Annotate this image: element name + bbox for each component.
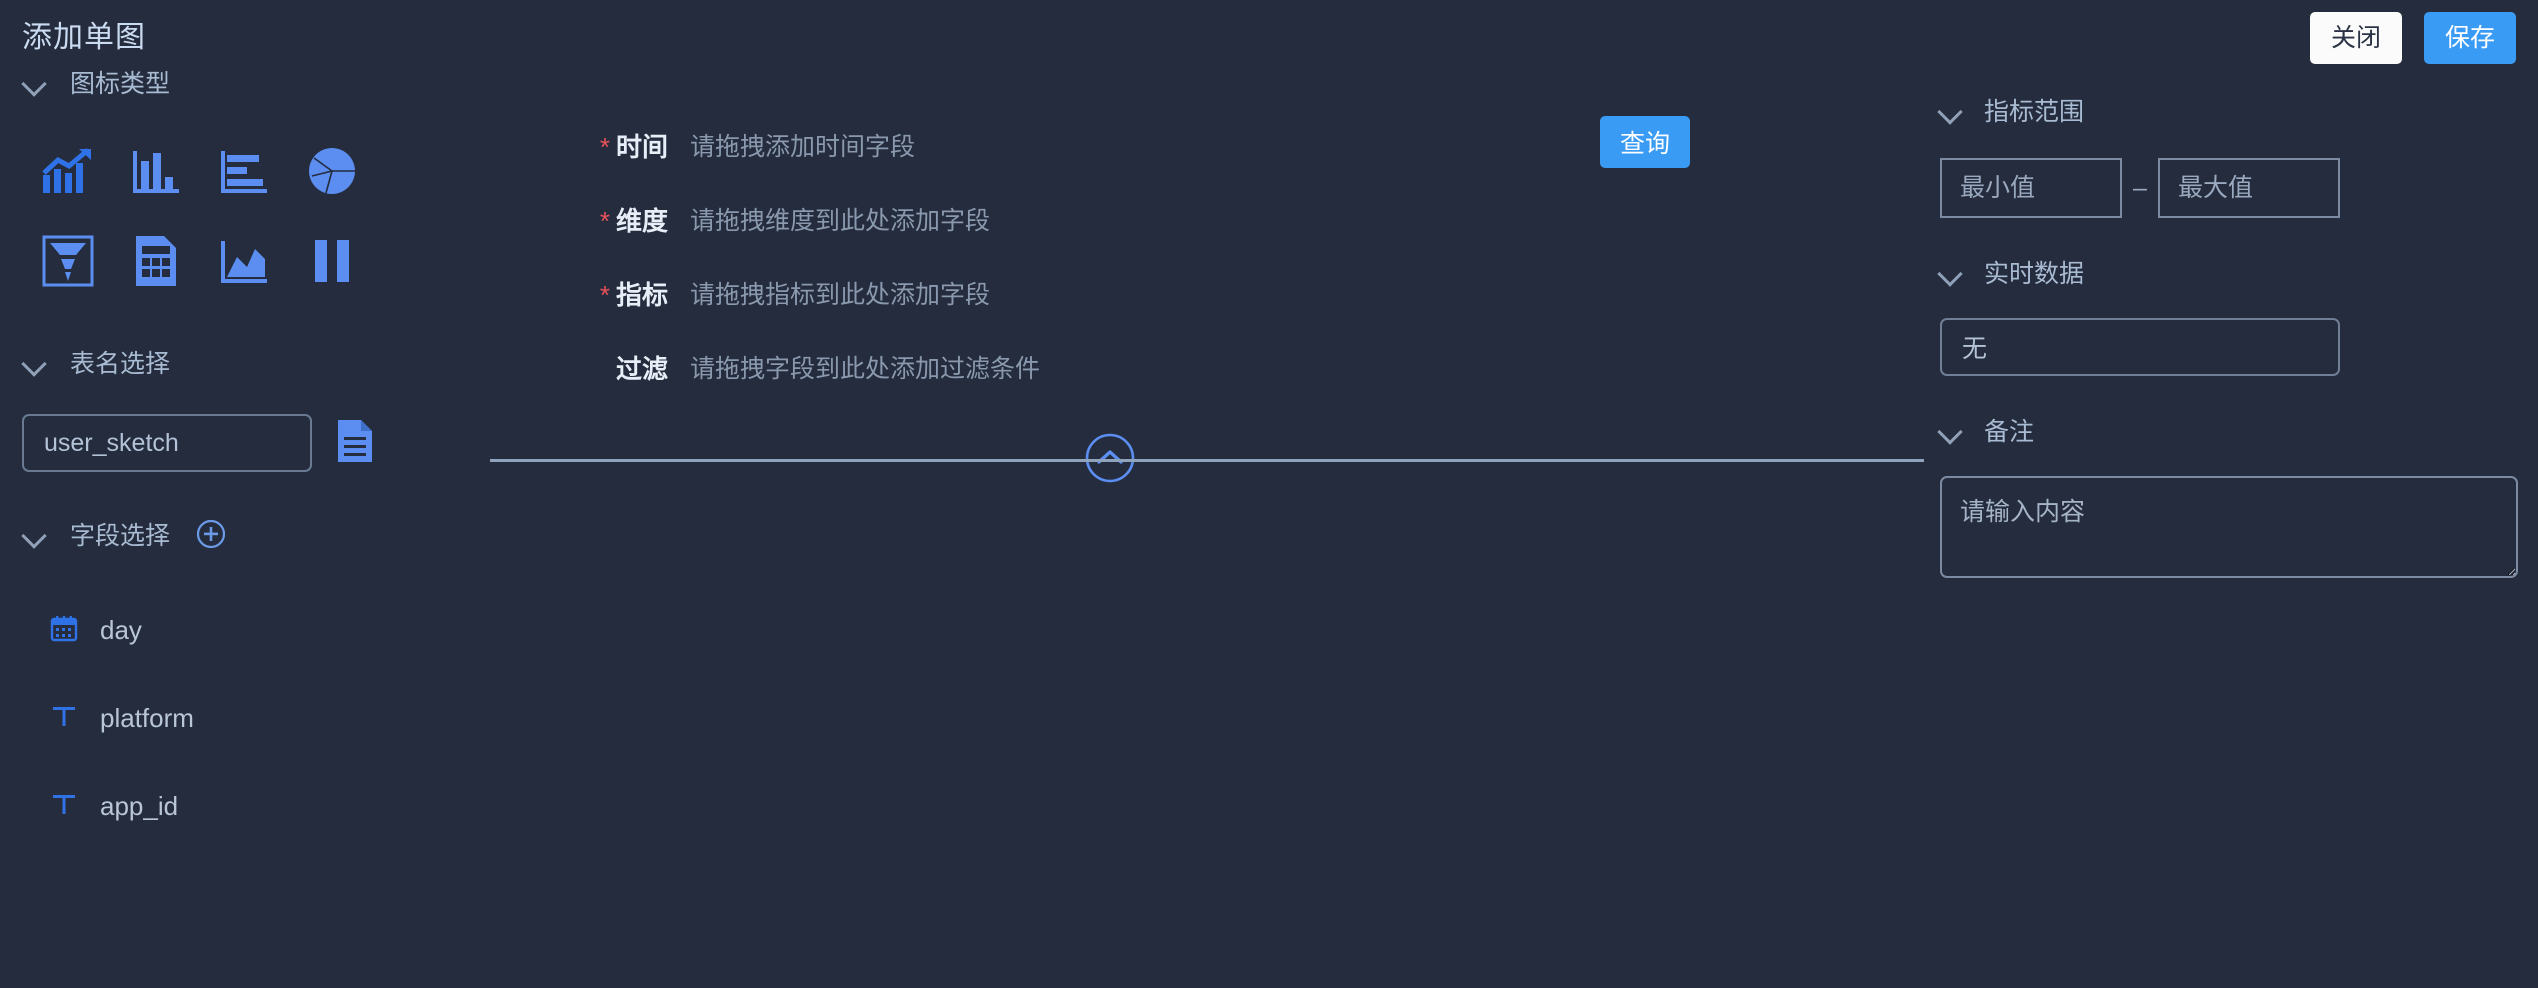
- document-icon[interactable]: [336, 419, 374, 468]
- field-label: day: [100, 614, 142, 645]
- filter-drop-zone[interactable]: 请拖拽字段到此处添加过滤条件: [690, 339, 1920, 395]
- text-type-icon: [50, 790, 78, 823]
- metric-min-input[interactable]: [1940, 158, 2122, 218]
- pie-chart-icon[interactable]: [288, 126, 376, 216]
- form-row-filter: 过滤 请拖拽字段到此处添加过滤条件: [490, 330, 1920, 404]
- list-item[interactable]: app_id: [0, 762, 490, 850]
- list-item[interactable]: day: [0, 586, 490, 674]
- metric-label: * 指标: [599, 279, 668, 310]
- trend-line-chart-icon[interactable]: [24, 126, 112, 216]
- header-actions: 关闭 保存: [2310, 12, 2516, 64]
- save-button[interactable]: 保存: [2424, 12, 2516, 64]
- metric-range-row: –: [1920, 158, 2538, 218]
- chevron-down-icon: [1938, 97, 1964, 123]
- remark-section-header[interactable]: 备注: [1920, 410, 2538, 450]
- list-item[interactable]: platform: [0, 674, 490, 762]
- table-select-row: user_sketch: [0, 414, 490, 472]
- realtime-value: 无: [1962, 335, 1988, 363]
- bar-chart-icon[interactable]: [112, 126, 200, 216]
- field-label: app_id: [100, 790, 179, 821]
- chevron-down-icon: [1938, 417, 1964, 443]
- form-row-time: * 时间 请拖拽添加时间字段 查询: [490, 108, 1920, 182]
- collapse-row: [490, 432, 1920, 484]
- chevron-down-icon: [22, 69, 48, 95]
- field-label: platform: [100, 702, 194, 733]
- page-title: 添加单图: [22, 21, 146, 54]
- chart-type-title: 图标类型: [70, 70, 171, 98]
- time-label: * 时间: [599, 131, 668, 162]
- time-drop-zone[interactable]: 请拖拽添加时间字段: [690, 117, 1920, 173]
- remark-title: 备注: [1984, 418, 2035, 446]
- add-chart-dialog: 添加单图 关闭 保存 图标类型 表名选择 user_sketch 字段选择 da…: [0, 0, 2538, 988]
- table-select-section-header[interactable]: 表名选择: [0, 342, 490, 382]
- required-marker: *: [599, 131, 610, 162]
- field-select-section-header[interactable]: 字段选择: [0, 514, 490, 554]
- dialog-header: 添加单图 关闭 保存: [0, 0, 2538, 64]
- chevron-down-icon: [22, 521, 48, 547]
- horizontal-bar-chart-icon[interactable]: [200, 126, 288, 216]
- close-button[interactable]: 关闭: [2310, 12, 2402, 64]
- realtime-select[interactable]: 无: [1940, 318, 2340, 376]
- dimension-drop-zone[interactable]: 请拖拽维度到此处添加字段: [690, 191, 1920, 247]
- required-marker: *: [599, 279, 610, 310]
- realtime-section-header[interactable]: 实时数据: [1920, 252, 2538, 292]
- realtime-title: 实时数据: [1984, 260, 2085, 288]
- field-list: day platform app_id: [0, 586, 490, 850]
- chevron-down-icon: [1938, 259, 1964, 285]
- field-select-title: 字段选择: [70, 522, 171, 550]
- left-sidebar: 图标类型 表名选择 user_sketch 字段选择 day platform …: [0, 62, 490, 988]
- right-sidebar: 指标范围 – 实时数据 无 备注: [1920, 62, 2538, 988]
- chevron-up-circle-icon[interactable]: [1084, 432, 1136, 484]
- metric-range-title: 指标范围: [1984, 98, 2085, 126]
- metric-range-section-header[interactable]: 指标范围: [1920, 90, 2538, 130]
- column-pair-chart-icon[interactable]: [288, 216, 376, 306]
- chevron-down-icon: [22, 349, 48, 375]
- table-name-select[interactable]: user_sketch: [22, 414, 312, 472]
- metric-max-input[interactable]: [2158, 158, 2340, 218]
- remark-textarea[interactable]: [1940, 476, 2518, 578]
- table-name-value: user_sketch: [44, 428, 179, 457]
- required-marker: *: [599, 205, 610, 236]
- chart-type-grid: [0, 126, 490, 306]
- metric-drop-zone[interactable]: 请拖拽指标到此处添加字段: [690, 265, 1920, 321]
- filter-label: 过滤: [615, 353, 668, 384]
- section-divider: [490, 459, 1924, 462]
- dimension-label: * 维度: [599, 205, 668, 236]
- chart-config-form: * 时间 请拖拽添加时间字段 查询 * 维度 请拖拽维度到此处添加字段 * 指标 请拖…: [490, 62, 1924, 988]
- table-select-title: 表名选择: [70, 350, 171, 378]
- text-type-icon: [50, 702, 78, 735]
- table-chart-icon[interactable]: [112, 216, 200, 306]
- range-separator: –: [2133, 173, 2147, 202]
- plus-circle-icon[interactable]: [196, 519, 226, 549]
- query-button[interactable]: 查询: [1600, 116, 1690, 168]
- funnel-chart-icon[interactable]: [24, 216, 112, 306]
- chart-type-section-header[interactable]: 图标类型: [0, 62, 490, 102]
- form-row-metric: * 指标 请拖拽指标到此处添加字段: [490, 256, 1920, 330]
- area-chart-icon[interactable]: [200, 216, 288, 306]
- calendar-icon: [50, 614, 78, 647]
- form-row-dimension: * 维度 请拖拽维度到此处添加字段: [490, 182, 1920, 256]
